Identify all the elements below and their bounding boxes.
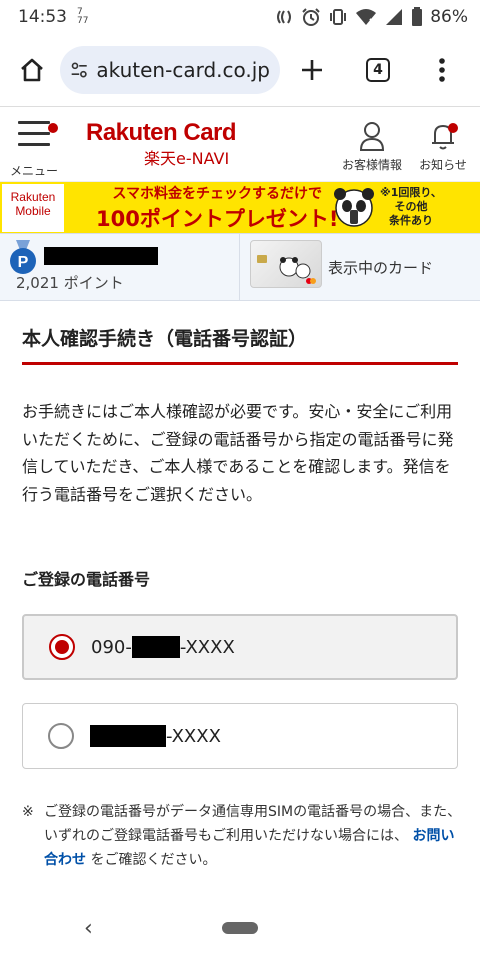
- back-chevron-icon[interactable]: ‹: [84, 916, 93, 941]
- banner-text: スマホ料金をチェックするだけで 100ポイントプレゼント!: [96, 183, 338, 233]
- banner-logo-line1: Rakuten: [10, 189, 56, 204]
- redacted-digits: [131, 636, 180, 658]
- signal-icon: [386, 9, 403, 25]
- alarm-icon: [302, 8, 320, 26]
- nfc-icon: [277, 10, 292, 24]
- footnote-mark: ※: [22, 804, 34, 820]
- banner-note: ※1回限り、 その他 条件あり: [380, 186, 442, 228]
- points-summary[interactable]: P 2,021 ポイント: [0, 234, 240, 300]
- card-panda-icon: [257, 255, 316, 284]
- more-vert-icon: [439, 58, 445, 82]
- vibrate-icon: [330, 9, 347, 25]
- tab-count: 4: [366, 58, 390, 82]
- rakuten-card-logo[interactable]: Rakuten Card 楽天e-NAVI: [86, 119, 237, 169]
- rakuten-mobile-logo: Rakuten Mobile: [2, 183, 64, 232]
- hamburger-icon: [18, 121, 50, 154]
- network-speed: 7 77: [77, 8, 88, 26]
- battery-icon: [412, 7, 423, 26]
- points-value: 2,021 ポイント: [16, 274, 124, 292]
- phone-option-1-prefix: 090-: [91, 636, 132, 658]
- redacted-digits: [90, 725, 166, 747]
- plus-icon: [302, 60, 322, 80]
- panda-mascot-icon: [334, 188, 374, 227]
- footnote-text-after: をご確認ください。: [90, 852, 217, 868]
- page: 14:53 7 77 86% akuten-card.co.jp 4 メニュー …: [0, 0, 480, 960]
- status-bar: 14:53 7 77 86%: [0, 0, 480, 34]
- card-thumbnail: [250, 240, 322, 288]
- banner-note-line2: その他: [394, 200, 428, 213]
- url-text: akuten-card.co.jp: [96, 58, 270, 82]
- menu-badge-dot: [48, 123, 58, 133]
- phone-option-1[interactable]: 090- -XXXX: [22, 614, 458, 680]
- points-medal-icon: P: [10, 240, 36, 274]
- points-row: P 2,021 ポイント 表示中のカード: [0, 233, 480, 301]
- wifi-icon: [356, 9, 377, 25]
- footnote: ※ ご登録の電話番号がデータ通信専用SIMの電話番号の場合、また、いずれのご登録…: [22, 800, 462, 872]
- page-title: 本人確認手続き（電話番号認証）: [22, 328, 308, 350]
- notice-button[interactable]: お知らせ: [406, 121, 480, 179]
- card-label: 表示中のカード: [328, 259, 434, 277]
- radio-selected[interactable]: [49, 634, 75, 660]
- battery-level: 86%: [430, 7, 468, 27]
- radio-unselected[interactable]: [48, 723, 74, 749]
- browser-menu-button[interactable]: [422, 50, 462, 90]
- notice-badge-dot: [448, 123, 458, 133]
- description-text: お手続きにはご本人様確認が必要です。安心・安全にご利用いただくために、ご登録の電…: [22, 402, 454, 504]
- home-button[interactable]: [12, 50, 52, 90]
- banner-note-line3: 条件あり: [388, 214, 433, 227]
- banner-note-line1: ※1回限り、: [380, 186, 442, 199]
- home-pill[interactable]: [222, 922, 258, 934]
- new-tab-button[interactable]: [292, 50, 332, 90]
- phone-option-2-text: -XXXX: [90, 725, 221, 747]
- phone-option-2-suffix: -XXXX: [166, 725, 221, 747]
- banner-line2: 100ポイントプレゼント!: [96, 206, 339, 231]
- phone-option-2[interactable]: -XXXX: [22, 703, 458, 769]
- logo-main-text: Rakuten Card: [86, 119, 237, 146]
- status-time: 14:53: [18, 7, 67, 27]
- notice-label: お知らせ: [419, 158, 467, 172]
- phone-section-title: ご登録の電話番号: [22, 570, 151, 589]
- banner-line1: スマホ料金をチェックするだけで: [112, 185, 322, 202]
- status-icons: 86%: [274, 7, 468, 27]
- card-selector[interactable]: 表示中のカード: [240, 234, 480, 300]
- banner-logo-line2: Mobile: [15, 203, 51, 218]
- logo-sub-text: 楽天e-NAVI: [144, 149, 230, 168]
- site-header: メニュー Rakuten Card 楽天e-NAVI お客様情報 お知らせ: [0, 106, 480, 181]
- phone-option-1-text: 090- -XXXX: [91, 636, 235, 658]
- phone-option-1-suffix: -XXXX: [179, 636, 235, 658]
- system-nav-bar: ‹: [0, 908, 480, 960]
- menu-label: メニュー: [10, 164, 59, 178]
- footnote-text-before: ご登録の電話番号がデータ通信専用SIMの電話番号の場合、また、いずれのご登録電話…: [44, 804, 462, 844]
- site-settings-icon: [71, 62, 87, 78]
- redacted-name: [44, 247, 158, 265]
- title-divider: [22, 362, 458, 365]
- account-label: お客様情報: [341, 158, 402, 172]
- home-icon: [21, 58, 43, 82]
- footnote-body: ご登録の電話番号がデータ通信専用SIMの電話番号の場合、また、いずれのご登録電話…: [44, 800, 462, 872]
- tab-switcher-button[interactable]: 4: [358, 50, 398, 90]
- menu-button[interactable]: メニュー: [10, 117, 66, 179]
- net-down-value: 77: [77, 16, 89, 26]
- account-button[interactable]: お客様情報: [335, 121, 409, 179]
- person-icon: [359, 122, 385, 151]
- address-bar[interactable]: akuten-card.co.jp: [60, 46, 280, 94]
- promo-banner[interactable]: Rakuten Mobile スマホ料金をチェックするだけで 100ポイントプレ…: [0, 181, 480, 233]
- browser-toolbar: akuten-card.co.jp 4: [0, 34, 480, 106]
- svg-text:P: P: [18, 254, 29, 271]
